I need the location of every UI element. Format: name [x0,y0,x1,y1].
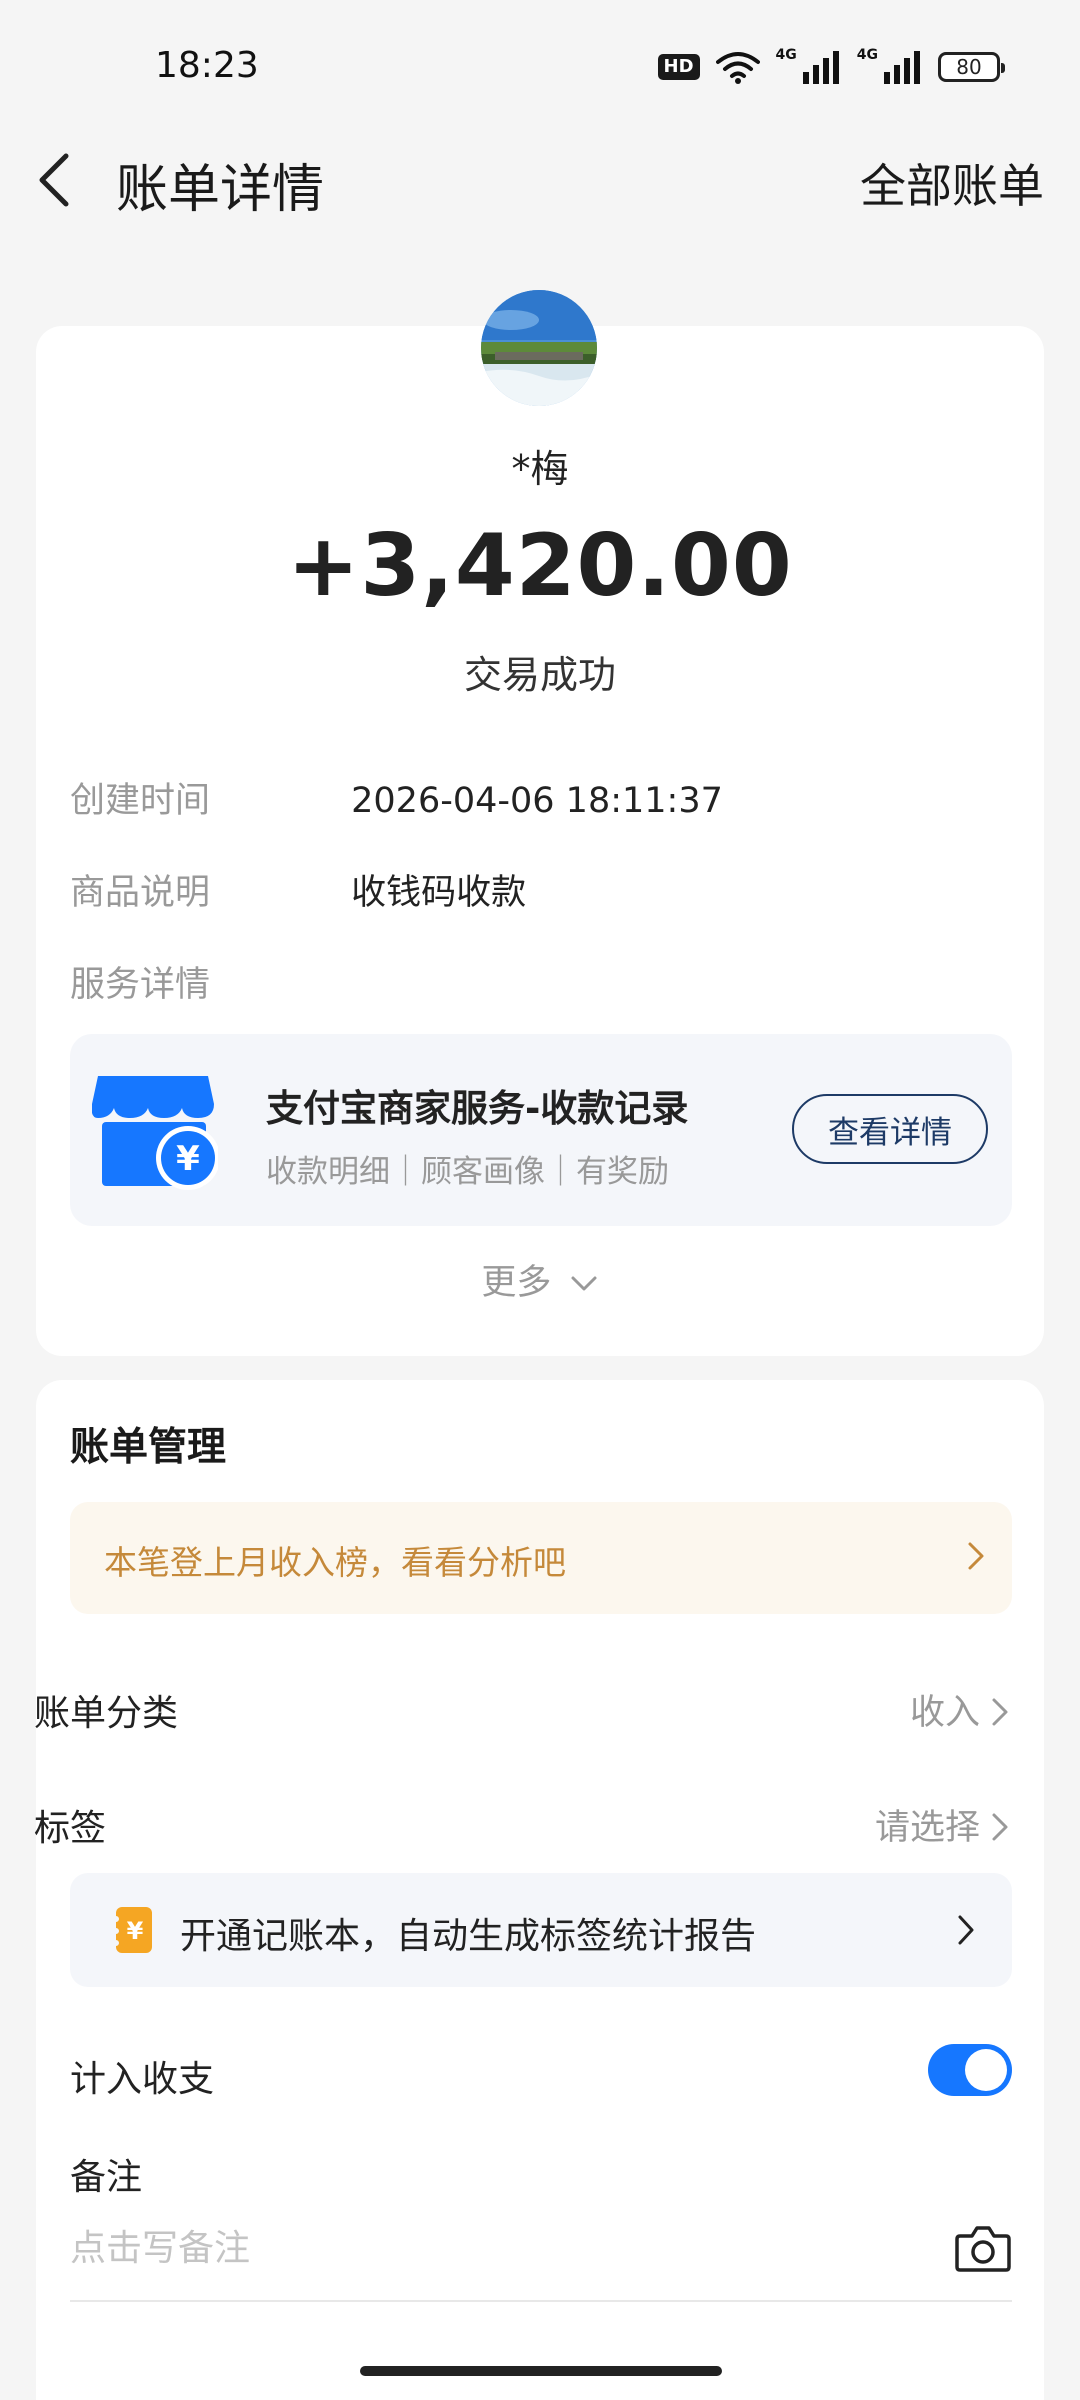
back-button[interactable] [28,148,88,212]
tag-row[interactable]: 标签 请选择 [34,1785,1010,1865]
more-label: 更多 [481,1263,552,1303]
ledger-promo-bar[interactable]: ¥ 开通记账本，自动生成标签统计报告 [70,1873,1012,1987]
count-in-balance-toggle[interactable] [928,2044,1012,2096]
count-in-balance-row: 计入收支 [70,2036,1012,2116]
bill-category-label: 账单分类 [34,1693,179,1734]
remark-label: 备注 [70,2157,143,2198]
payer-name: *梅 [511,447,569,491]
goods-desc-label: 商品说明 [70,873,211,913]
chevron-right-icon [968,1542,984,1570]
status-icons: HD 4G 4G 80 [657,47,1005,84]
chevron-down-icon [571,1276,597,1291]
avatar-image [481,290,597,406]
bill-amount: +3,420.00 [287,516,793,616]
income-rank-tip-text: 本笔登上月收入榜，看看分析吧 [104,1543,566,1582]
ledger-icon: ¥ [114,1907,152,1953]
all-bills-link[interactable]: 全部账单 [860,150,1044,216]
network-type-label: 4G [775,47,797,63]
bill-category-value: 收入 [909,1693,980,1733]
shop-icon: ¥ [92,1076,218,1190]
hd-icon: HD [657,54,700,80]
merchant-service-subtitle: 收款明细｜顾客画像｜有奖励 [266,1154,669,1190]
view-details-button[interactable]: 查看详情 [792,1094,988,1164]
battery-icon: 80 [938,52,1005,82]
chevron-right-icon [992,1698,1008,1726]
chevron-right-icon [958,1915,974,1945]
created-time-value: 2026-04-06 18:11:37 [351,781,723,821]
tag-value: 请选择 [874,1808,980,1848]
created-time-label: 创建时间 [70,781,211,821]
ledger-promo-text: 开通记账本，自动生成标签统计报告 [180,1916,757,1957]
chevron-right-icon [992,1813,1008,1841]
nav-bar: 账单详情 全部账单 [0,130,1080,230]
page-title: 账单详情 [116,160,325,220]
service-details-label: 服务详情 [70,965,211,1005]
merchant-service-title: 支付宝商家服务-收款记录 [266,1087,689,1130]
toggle-knob [965,2049,1007,2091]
count-in-balance-label: 计入收支 [70,2059,215,2100]
section-title: 账单管理 [70,1425,227,1470]
svg-text:¥: ¥ [127,1917,144,1945]
goods-desc-row: 商品说明 收钱码收款 [70,864,526,915]
signal-icon [884,51,920,84]
svg-text:¥: ¥ [176,1139,200,1179]
income-rank-tip[interactable]: 本笔登上月收入榜，看看分析吧 [70,1502,1012,1614]
remark-divider [70,2300,1012,2302]
tag-label: 标签 [34,1808,107,1849]
camera-button[interactable] [954,2222,1012,2274]
more-button[interactable]: 更多 [36,1254,1044,1305]
signal-icon [802,51,839,84]
bill-category-row[interactable]: 账单分类 收入 [34,1670,1010,1750]
service-details-row: 服务详情 [70,956,340,1007]
avatar[interactable] [481,290,597,406]
status-bar: 18:23 HD 4G 4G 80 [0,0,1080,130]
home-indicator[interactable] [360,2366,722,2376]
network-type-label: 4G [856,47,878,63]
camera-icon [955,2226,1011,2272]
goods-desc-value: 收钱码收款 [351,873,527,913]
trade-status: 交易成功 [463,653,616,697]
merchant-service-card[interactable]: ¥ 支付宝商家服务-收款记录 收款明细｜顾客画像｜有奖励 查看详情 [70,1034,1012,1226]
battery-level: 80 [956,55,982,79]
status-time: 18:23 [155,45,259,86]
created-time-row: 创建时间 2026-04-06 18:11:37 [70,772,723,823]
chevron-left-icon [39,153,69,207]
wifi-icon [715,52,760,84]
bill-summary-card: *梅 +3,420.00 交易成功 创建时间 2026-04-06 18:11:… [36,290,1044,1356]
remark-input[interactable] [70,2208,940,2288]
